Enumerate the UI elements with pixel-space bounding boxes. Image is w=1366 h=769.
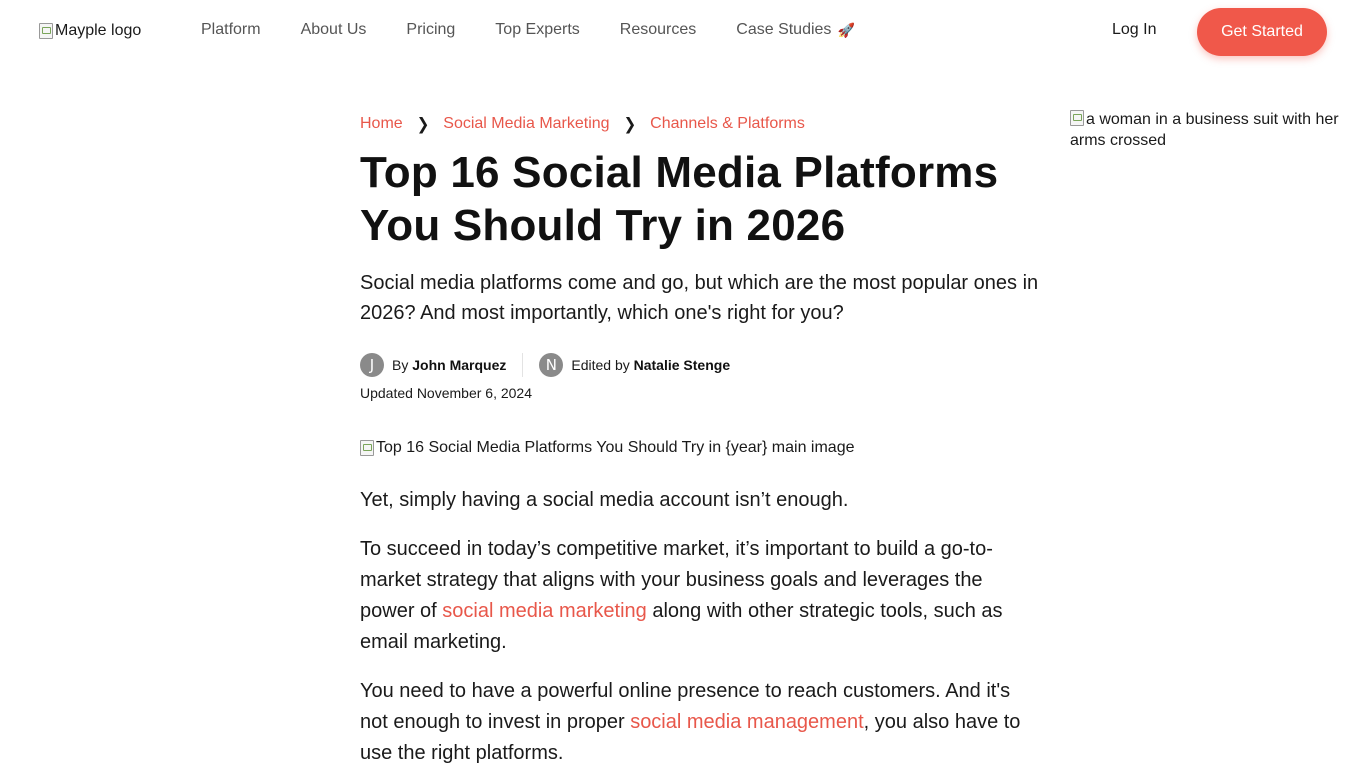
- breadcrumb-channels-platforms[interactable]: Channels & Platforms: [650, 115, 805, 133]
- article-paragraph: To succeed in today’s competitive market…: [360, 534, 1040, 658]
- nav-about-us[interactable]: About Us: [301, 21, 367, 39]
- editor-info: N Edited by Natalie Stenge: [539, 353, 730, 377]
- breadcrumb: Home ❯ Social Media Marketing ❯ Channels…: [360, 112, 1050, 136]
- broken-image-icon: [360, 440, 374, 456]
- author-avatar: J: [360, 353, 384, 377]
- nav-resources[interactable]: Resources: [620, 21, 696, 39]
- chevron-right-icon: ❯: [416, 115, 430, 134]
- chevron-right-icon: ❯: [623, 115, 637, 134]
- article-paragraph: Yet, simply having a social media accoun…: [360, 489, 849, 511]
- sidebar-image-alt-text: a woman in a business suit with her arms…: [1070, 111, 1339, 149]
- breadcrumb-home[interactable]: Home: [360, 115, 403, 133]
- nav-top-experts[interactable]: Top Experts: [495, 21, 579, 39]
- article-subtitle: Social media platforms come and go, but …: [360, 272, 1039, 324]
- editor-credit: Edited by Natalie Stenge: [571, 357, 730, 373]
- broken-image-icon: [39, 23, 53, 39]
- social-media-management-link[interactable]: social media management: [630, 711, 863, 733]
- sidebar-image: a woman in a business suit with her arms…: [1070, 109, 1360, 151]
- nav-case-studies-label: Case Studies: [736, 21, 832, 38]
- nav-pricing[interactable]: Pricing: [406, 21, 455, 39]
- login-link[interactable]: Log In: [1112, 21, 1156, 39]
- logo-alt-text: Mayple logo: [55, 22, 142, 39]
- author-name[interactable]: John Marquez: [412, 357, 506, 373]
- editor-avatar: N: [539, 353, 564, 377]
- author-divider: [522, 353, 524, 377]
- page-title: Top 16 Social Media Platforms You Should…: [360, 148, 999, 250]
- editor-prefix: Edited by: [571, 357, 630, 373]
- rocket-icon: 🚀: [837, 21, 855, 38]
- mayple-logo[interactable]: Mayple logo: [39, 22, 141, 40]
- get-started-button[interactable]: Get Started: [1197, 8, 1327, 56]
- broken-image-icon: [1070, 110, 1084, 126]
- author-credit: By John Marquez: [392, 357, 506, 373]
- author-info: J By John Marquez: [360, 353, 506, 377]
- main-image: Top 16 Social Media Platforms You Should…: [360, 439, 855, 457]
- author-prefix: By: [392, 357, 409, 373]
- main-nav: Platform About Us Pricing Top Experts Re…: [201, 21, 855, 39]
- site-header: Mayple logo Platform About Us Pricing To…: [0, 0, 1366, 64]
- nav-platform[interactable]: Platform: [201, 21, 261, 39]
- article: Home ❯ Social Media Marketing ❯ Channels…: [360, 112, 1050, 769]
- author-row: J By John Marquez N Edited by Natalie St…: [360, 352, 1050, 378]
- editor-name[interactable]: Natalie Stenge: [634, 357, 730, 373]
- social-media-marketing-link[interactable]: social media marketing: [442, 600, 647, 622]
- nav-case-studies[interactable]: Case Studies 🚀: [736, 21, 855, 39]
- main-image-alt-text: Top 16 Social Media Platforms You Should…: [376, 439, 855, 456]
- article-paragraph: You need to have a powerful online prese…: [360, 676, 1040, 769]
- updated-date: Updated November 6, 2024: [360, 385, 532, 401]
- breadcrumb-social-media-marketing[interactable]: Social Media Marketing: [443, 115, 609, 133]
